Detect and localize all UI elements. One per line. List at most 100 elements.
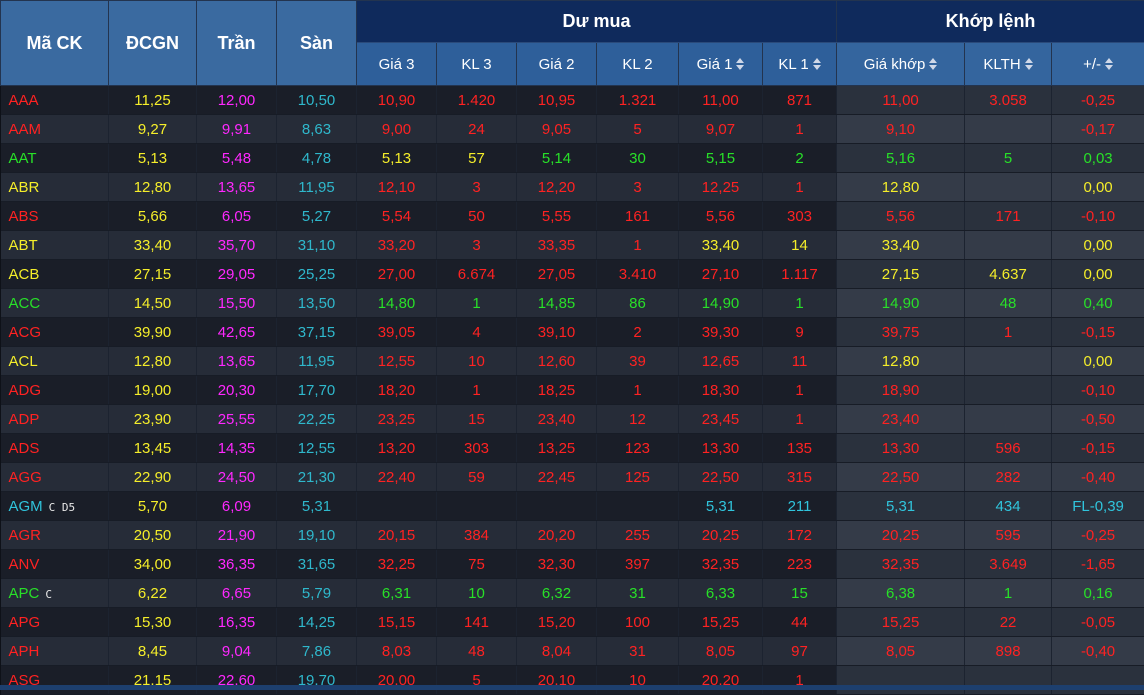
symbol-cell[interactable]: AGMC D5	[1, 492, 109, 521]
symbol-cell[interactable]: ASG	[1, 666, 109, 695]
col-bid-vol-2: KL 2	[597, 43, 679, 86]
col-bid-price-1[interactable]: Giá 1	[679, 43, 763, 86]
table-row[interactable]: ADS13,4514,3512,5513,2030313,2512313,301…	[1, 434, 1144, 463]
change-cell: -0,50	[1052, 405, 1144, 434]
ceiling-cell-text: 24,50	[218, 469, 256, 486]
match-volume-cell	[965, 115, 1052, 144]
symbol-cell[interactable]: ACG	[1, 318, 109, 347]
ceiling-cell-text: 12,00	[218, 92, 256, 109]
sort-icon[interactable]	[813, 58, 821, 70]
col-match-volume[interactable]: KLTH	[965, 43, 1052, 86]
bid-price-2-cell: 33,35	[517, 231, 597, 260]
symbol-cell[interactable]: AAT	[1, 144, 109, 173]
floor-cell: 31,65	[277, 550, 357, 579]
change-cell: -0,40	[1052, 463, 1144, 492]
bid-vol-2-cell: 255	[597, 521, 679, 550]
sort-icon[interactable]	[736, 58, 744, 70]
match-price-cell: 5,31	[837, 492, 965, 521]
table-row[interactable]: AGMC D55,706,095,315,312115,31434FL-0,39	[1, 492, 1144, 521]
col-change[interactable]: +/-	[1052, 43, 1144, 86]
bid-vol-1-cell-text: 9	[795, 324, 803, 341]
sort-icon[interactable]	[1105, 58, 1113, 70]
symbol-cell[interactable]: ADS	[1, 434, 109, 463]
table-row[interactable]: ADG19,0020,3017,7018,20118,25118,30118,9…	[1, 376, 1144, 405]
table-row[interactable]: ABS5,666,055,275,54505,551615,563035,561…	[1, 202, 1144, 231]
bid-price-3-cell-text: 20,15	[378, 527, 416, 544]
table-row[interactable]: ADP23,9025,5522,2523,251523,401223,45123…	[1, 405, 1144, 434]
bid-price-3-cell: 9,00	[357, 115, 437, 144]
floor-cell-text: 5,31	[302, 498, 331, 515]
match-price-cell: 20,25	[837, 521, 965, 550]
symbol-cell[interactable]: APG	[1, 608, 109, 637]
symbol-cell[interactable]: ABS	[1, 202, 109, 231]
match-price-cell-text: 15,25	[882, 614, 920, 631]
match-price-cell: 14,90	[837, 289, 965, 318]
floor-cell-text: 19,10	[298, 527, 336, 544]
bid-vol-3-cell: 5	[437, 666, 517, 695]
symbol-cell[interactable]: ACL	[1, 347, 109, 376]
table-row[interactable]: ANV34,0036,3531,6532,257532,3039732,3522…	[1, 550, 1144, 579]
bottom-scroll-bar[interactable]	[0, 685, 1144, 690]
symbol-cell[interactable]: ANV	[1, 550, 109, 579]
table-row[interactable]: AAA11,2512,0010,5010,901.42010,951.32111…	[1, 86, 1144, 115]
reference-cell: 15,30	[109, 608, 197, 637]
col-match-price[interactable]: Giá khớp	[837, 43, 965, 86]
bid-price-2-cell-text: 33,35	[538, 237, 576, 254]
symbol-cell[interactable]: AAA	[1, 86, 109, 115]
bid-vol-2-cell-text: 31	[629, 643, 646, 660]
symbol-cell[interactable]: AGR	[1, 521, 109, 550]
sort-icon[interactable]	[1025, 58, 1033, 70]
symbol-cell-text: AGM	[9, 498, 43, 515]
table-row[interactable]: AGG22,9024,5021,3022,405922,4512522,5031…	[1, 463, 1144, 492]
symbol-cell[interactable]: AAM	[1, 115, 109, 144]
bid-price-1-cell: 6,33	[679, 579, 763, 608]
change-cell: -0,25	[1052, 86, 1144, 115]
table-row[interactable]: ACG39,9042,6537,1539,05439,10239,30939,7…	[1, 318, 1144, 347]
bid-price-1-cell: 12,65	[679, 347, 763, 376]
symbol-cell-text: ADS	[9, 440, 40, 457]
col-bid-vol-1[interactable]: KL 1	[763, 43, 837, 86]
bid-price-3-cell-text: 33,20	[378, 237, 416, 254]
table-row[interactable]: APCC6,226,655,796,31106,32316,33156,3810…	[1, 579, 1144, 608]
symbol-cell[interactable]: ACB	[1, 260, 109, 289]
match-volume-cell	[965, 376, 1052, 405]
symbol-cell[interactable]: ADP	[1, 405, 109, 434]
ceiling-cell-text: 5,48	[222, 150, 251, 167]
symbol-cell[interactable]: AGG	[1, 463, 109, 492]
bid-price-3-cell: 32,25	[357, 550, 437, 579]
table-row[interactable]: AGR20,5021,9019,1020,1538420,2025520,251…	[1, 521, 1144, 550]
bid-price-1-cell: 15,25	[679, 608, 763, 637]
table-row[interactable]: APG15,3016,3514,2515,1514115,2010015,254…	[1, 608, 1144, 637]
bid-price-2-cell-text: 5,55	[542, 208, 571, 225]
symbol-cell[interactable]: APCC	[1, 579, 109, 608]
sort-icon[interactable]	[929, 58, 937, 70]
bid-price-3-cell: 13,20	[357, 434, 437, 463]
bid-price-1-cell-text: 20,25	[702, 527, 740, 544]
bid-price-2-cell: 20,20	[517, 521, 597, 550]
table-row[interactable]: ABR12,8013,6511,9512,10312,20312,25112,8…	[1, 173, 1144, 202]
table-row[interactable]: APH8,459,047,868,03488,04318,05978,05898…	[1, 637, 1144, 666]
bid-vol-1-cell-text: 223	[787, 556, 812, 573]
table-row[interactable]: ABT33,4035,7031,1033,20333,35133,401433,…	[1, 231, 1144, 260]
bid-price-2-cell-text: 18,25	[538, 382, 576, 399]
bid-price-1-cell: 8,05	[679, 637, 763, 666]
bid-price-2-cell: 13,25	[517, 434, 597, 463]
table-row[interactable]: ASG21,1522,6019,7020,00520,101020,201	[1, 666, 1144, 695]
table-row[interactable]: ACC14,5015,5013,5014,80114,858614,90114,…	[1, 289, 1144, 318]
table-row[interactable]: AAT5,135,484,785,13575,14305,1525,1650,0…	[1, 144, 1144, 173]
floor-cell-text: 31,65	[298, 556, 336, 573]
table-row[interactable]: ACB27,1529,0525,2527,006.67427,053.41027…	[1, 260, 1144, 289]
symbol-cell[interactable]: ADG	[1, 376, 109, 405]
symbol-cell[interactable]: ACC	[1, 289, 109, 318]
floor-cell-text: 8,63	[302, 121, 331, 138]
bid-price-2-cell: 5,55	[517, 202, 597, 231]
symbol-cell[interactable]: ABT	[1, 231, 109, 260]
symbol-cell[interactable]: ABR	[1, 173, 109, 202]
bid-price-2-cell-text: 23,40	[538, 411, 576, 428]
ceiling-cell: 9,91	[197, 115, 277, 144]
table-row[interactable]: AAM9,279,918,639,00249,0559,0719,10-0,17	[1, 115, 1144, 144]
change-cell: -1,65	[1052, 550, 1144, 579]
symbol-cell[interactable]: APH	[1, 637, 109, 666]
table-row[interactable]: ACL12,8013,6511,9512,551012,603912,65111…	[1, 347, 1144, 376]
match-price-cell-text: 33,40	[882, 237, 920, 254]
